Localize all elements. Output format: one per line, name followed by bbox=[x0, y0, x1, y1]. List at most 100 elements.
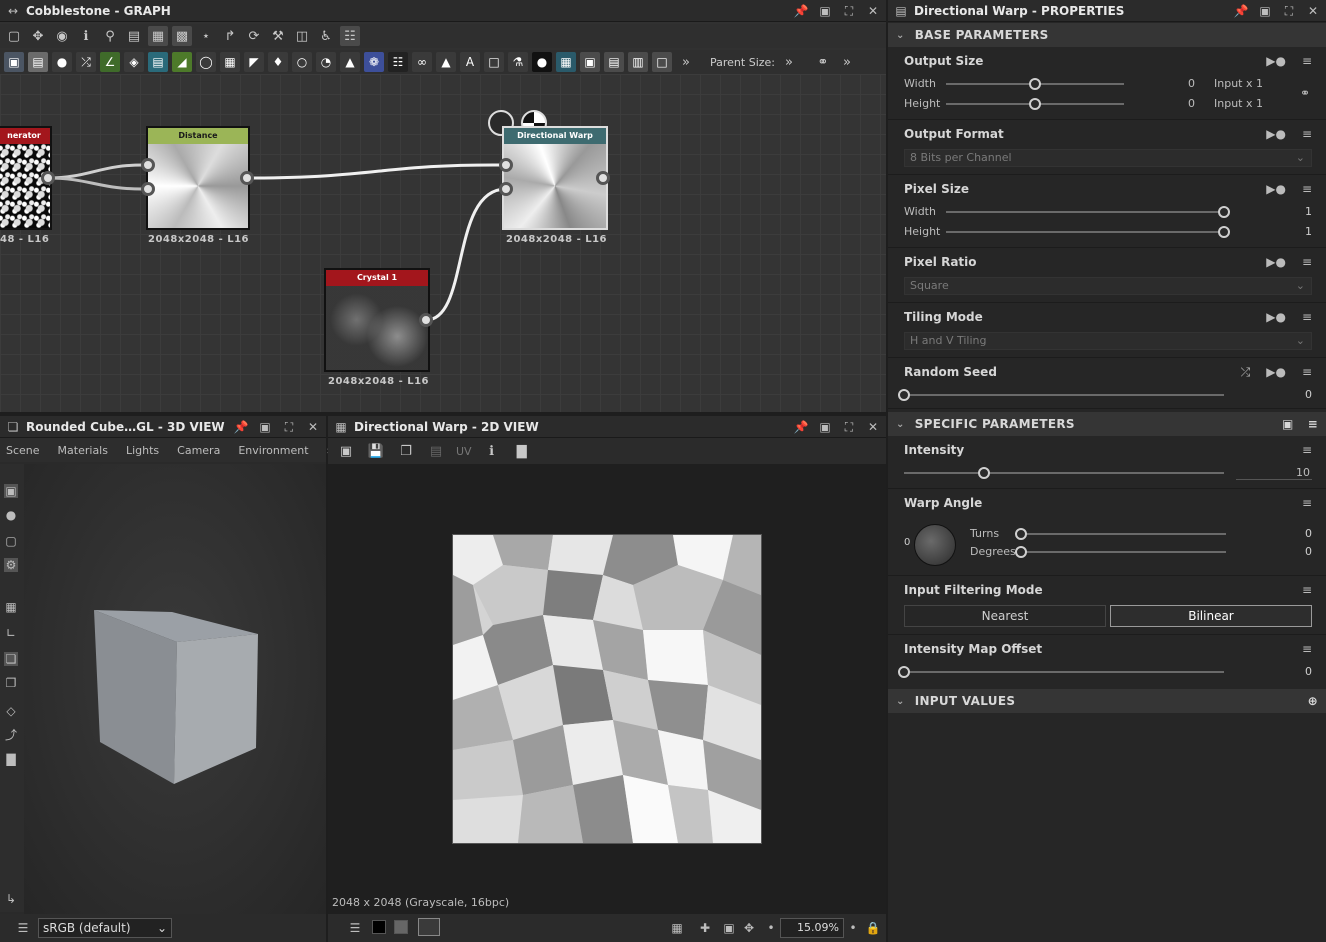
tile-icon[interactable]: ▦ bbox=[220, 52, 240, 72]
specific-parameters-header[interactable]: ⌄ SPECIFIC PARAMETERS ▣ ≡ bbox=[888, 412, 1326, 436]
distance-node[interactable]: Distance bbox=[146, 126, 250, 230]
publish-icon[interactable]: ◫ bbox=[292, 26, 312, 46]
transform-icon[interactable]: ▤ bbox=[148, 52, 168, 72]
comment-icon[interactable]: □ bbox=[652, 52, 672, 72]
levels-icon[interactable]: ◤ bbox=[244, 52, 264, 72]
shape-icon[interactable]: ◯ bbox=[196, 52, 216, 72]
menu-icon[interactable]: ≡ bbox=[1302, 583, 1312, 597]
close-icon[interactable]: ✕ bbox=[1306, 4, 1320, 18]
view3d-viewport[interactable] bbox=[24, 464, 326, 914]
wireframe-icon[interactable]: ▦ bbox=[4, 600, 18, 614]
normal-icon[interactable]: ◔ bbox=[316, 52, 336, 72]
mirror-icon[interactable]: ▲ bbox=[436, 52, 456, 72]
refresh-icon[interactable]: ⟳ bbox=[244, 26, 264, 46]
crop-icon[interactable]: □ bbox=[484, 52, 504, 72]
pixel-ratio-select[interactable]: Square ⌄ bbox=[904, 277, 1312, 295]
menu-icon[interactable]: ≡ bbox=[1302, 310, 1312, 324]
zoom-out-icon[interactable]: • bbox=[764, 921, 778, 935]
menu-lights[interactable]: Lights bbox=[126, 444, 159, 457]
output-icon[interactable]: ▣ bbox=[580, 52, 600, 72]
tools-icon[interactable]: ⚒ bbox=[268, 26, 288, 46]
expose-icon[interactable]: ▶● bbox=[1266, 54, 1286, 68]
input-port[interactable] bbox=[499, 158, 513, 172]
info-icon[interactable]: ℹ bbox=[482, 441, 502, 461]
link-icon[interactable]: ↱ bbox=[220, 26, 240, 46]
turns-slider-knob[interactable] bbox=[1015, 528, 1027, 540]
environment-icon[interactable]: ▢ bbox=[4, 534, 18, 548]
menu-icon[interactable]: ≡ bbox=[1302, 255, 1312, 269]
maximize-icon[interactable]: ⛶ bbox=[1282, 4, 1296, 18]
layers-icon[interactable]: ☰ bbox=[348, 921, 362, 935]
histogram-icon[interactable]: ▇ bbox=[512, 441, 532, 461]
expose-icon[interactable]: ▶● bbox=[1266, 182, 1286, 196]
menu-icon[interactable]: ≡ bbox=[1302, 443, 1312, 457]
width-slider-knob[interactable] bbox=[1218, 206, 1230, 218]
directional-warp-node[interactable]: Directional Warp bbox=[502, 126, 608, 230]
input-port[interactable] bbox=[141, 182, 155, 196]
tangent-icon[interactable]: ⤴ bbox=[4, 728, 18, 742]
gradient-icon[interactable]: ◢ bbox=[172, 52, 192, 72]
tiling-mode-select[interactable]: H and V Tiling ⌄ bbox=[904, 332, 1312, 350]
menu-scene[interactable]: Scene bbox=[6, 444, 40, 457]
height-value[interactable]: 0 bbox=[1188, 97, 1195, 110]
width-value[interactable]: 1 bbox=[1305, 205, 1312, 218]
connect-icon[interactable]: ⋆ bbox=[196, 26, 216, 46]
maximize-icon[interactable]: ⛶ bbox=[842, 420, 856, 434]
search-icon[interactable]: ⚲ bbox=[100, 26, 120, 46]
more2-icon[interactable]: » bbox=[837, 52, 857, 72]
tiling-icon[interactable]: ✚ bbox=[698, 921, 712, 935]
align-icon[interactable]: ▦ bbox=[148, 26, 168, 46]
crystal-node[interactable]: Crystal 1 bbox=[324, 268, 430, 372]
hsl-icon[interactable]: ♦ bbox=[268, 52, 288, 72]
info-icon[interactable]: ℹ bbox=[76, 26, 96, 46]
layers-icon[interactable]: ☰ bbox=[16, 921, 30, 935]
preset-icon[interactable]: ▣ bbox=[1282, 417, 1294, 431]
width-value[interactable]: 0 bbox=[1188, 77, 1195, 90]
zoom-input[interactable]: 15.09% bbox=[780, 918, 844, 938]
value-icon[interactable]: ▥ bbox=[628, 52, 648, 72]
random-seed-value[interactable]: 0 bbox=[1305, 388, 1312, 401]
parent-size-more-icon[interactable]: » bbox=[779, 52, 799, 72]
input-values-header[interactable]: ⌄ INPUT VALUES ⊕ bbox=[888, 689, 1326, 713]
expose-icon[interactable]: ▶● bbox=[1266, 365, 1286, 380]
restore-icon[interactable]: ▣ bbox=[1258, 4, 1272, 18]
bitmap-node-icon[interactable]: ▣ bbox=[4, 52, 24, 72]
uniform-color-icon[interactable]: ● bbox=[52, 52, 72, 72]
menu-icon[interactable]: ≡ bbox=[1302, 127, 1312, 141]
grid-snap-icon[interactable]: ☷ bbox=[340, 26, 360, 46]
angle-dial[interactable] bbox=[914, 524, 956, 566]
frame-icon[interactable]: ▢ bbox=[4, 26, 24, 46]
output-port[interactable] bbox=[596, 171, 610, 185]
output-format-select[interactable]: 8 Bits per Channel ⌄ bbox=[904, 149, 1312, 167]
mesh-icon[interactable]: ❏ bbox=[4, 652, 18, 666]
turns-value[interactable]: 0 bbox=[1305, 527, 1312, 540]
fx-map-icon[interactable]: ∞ bbox=[412, 52, 432, 72]
input-port[interactable] bbox=[141, 158, 155, 172]
blend-icon[interactable]: ◈ bbox=[124, 52, 144, 72]
text-icon[interactable]: A bbox=[460, 52, 480, 72]
menu-icon[interactable]: ≡ bbox=[1302, 496, 1312, 510]
expose-icon[interactable]: ▶● bbox=[1266, 310, 1286, 324]
expose-icon[interactable]: ▶● bbox=[1266, 255, 1286, 269]
degrees-value[interactable]: 0 bbox=[1305, 545, 1312, 558]
menu-icon[interactable]: ≡ bbox=[1302, 182, 1312, 196]
pan-icon[interactable]: ✥ bbox=[28, 26, 48, 46]
graph-canvas[interactable]: nerator 48 - L16 Distance 2048x2048 - L1… bbox=[0, 74, 886, 412]
svg-node-icon[interactable]: ▤ bbox=[28, 52, 48, 72]
warp-icon[interactable]: ❁ bbox=[364, 52, 384, 72]
menu-environment[interactable]: Environment bbox=[238, 444, 308, 457]
stamp-icon[interactable]: ♿ bbox=[316, 26, 336, 46]
restore-icon[interactable]: ▣ bbox=[818, 420, 832, 434]
output-port[interactable] bbox=[419, 313, 433, 327]
lock-icon[interactable]: 🔒 bbox=[866, 921, 881, 935]
random-seed-slider-knob[interactable] bbox=[898, 389, 910, 401]
close-icon[interactable]: ✕ bbox=[306, 420, 320, 434]
export-image-icon[interactable]: ▣ bbox=[336, 441, 356, 461]
random-icon[interactable]: ⤮ bbox=[76, 52, 96, 72]
curve-icon[interactable]: ∠ bbox=[100, 52, 120, 72]
fill-icon[interactable]: ⚗ bbox=[508, 52, 528, 72]
input-port[interactable] bbox=[499, 182, 513, 196]
pin-icon[interactable]: 📌 bbox=[794, 4, 809, 18]
menu-icon[interactable]: ≡ bbox=[1308, 417, 1318, 431]
intensity-map-offset-track[interactable] bbox=[904, 671, 1224, 673]
